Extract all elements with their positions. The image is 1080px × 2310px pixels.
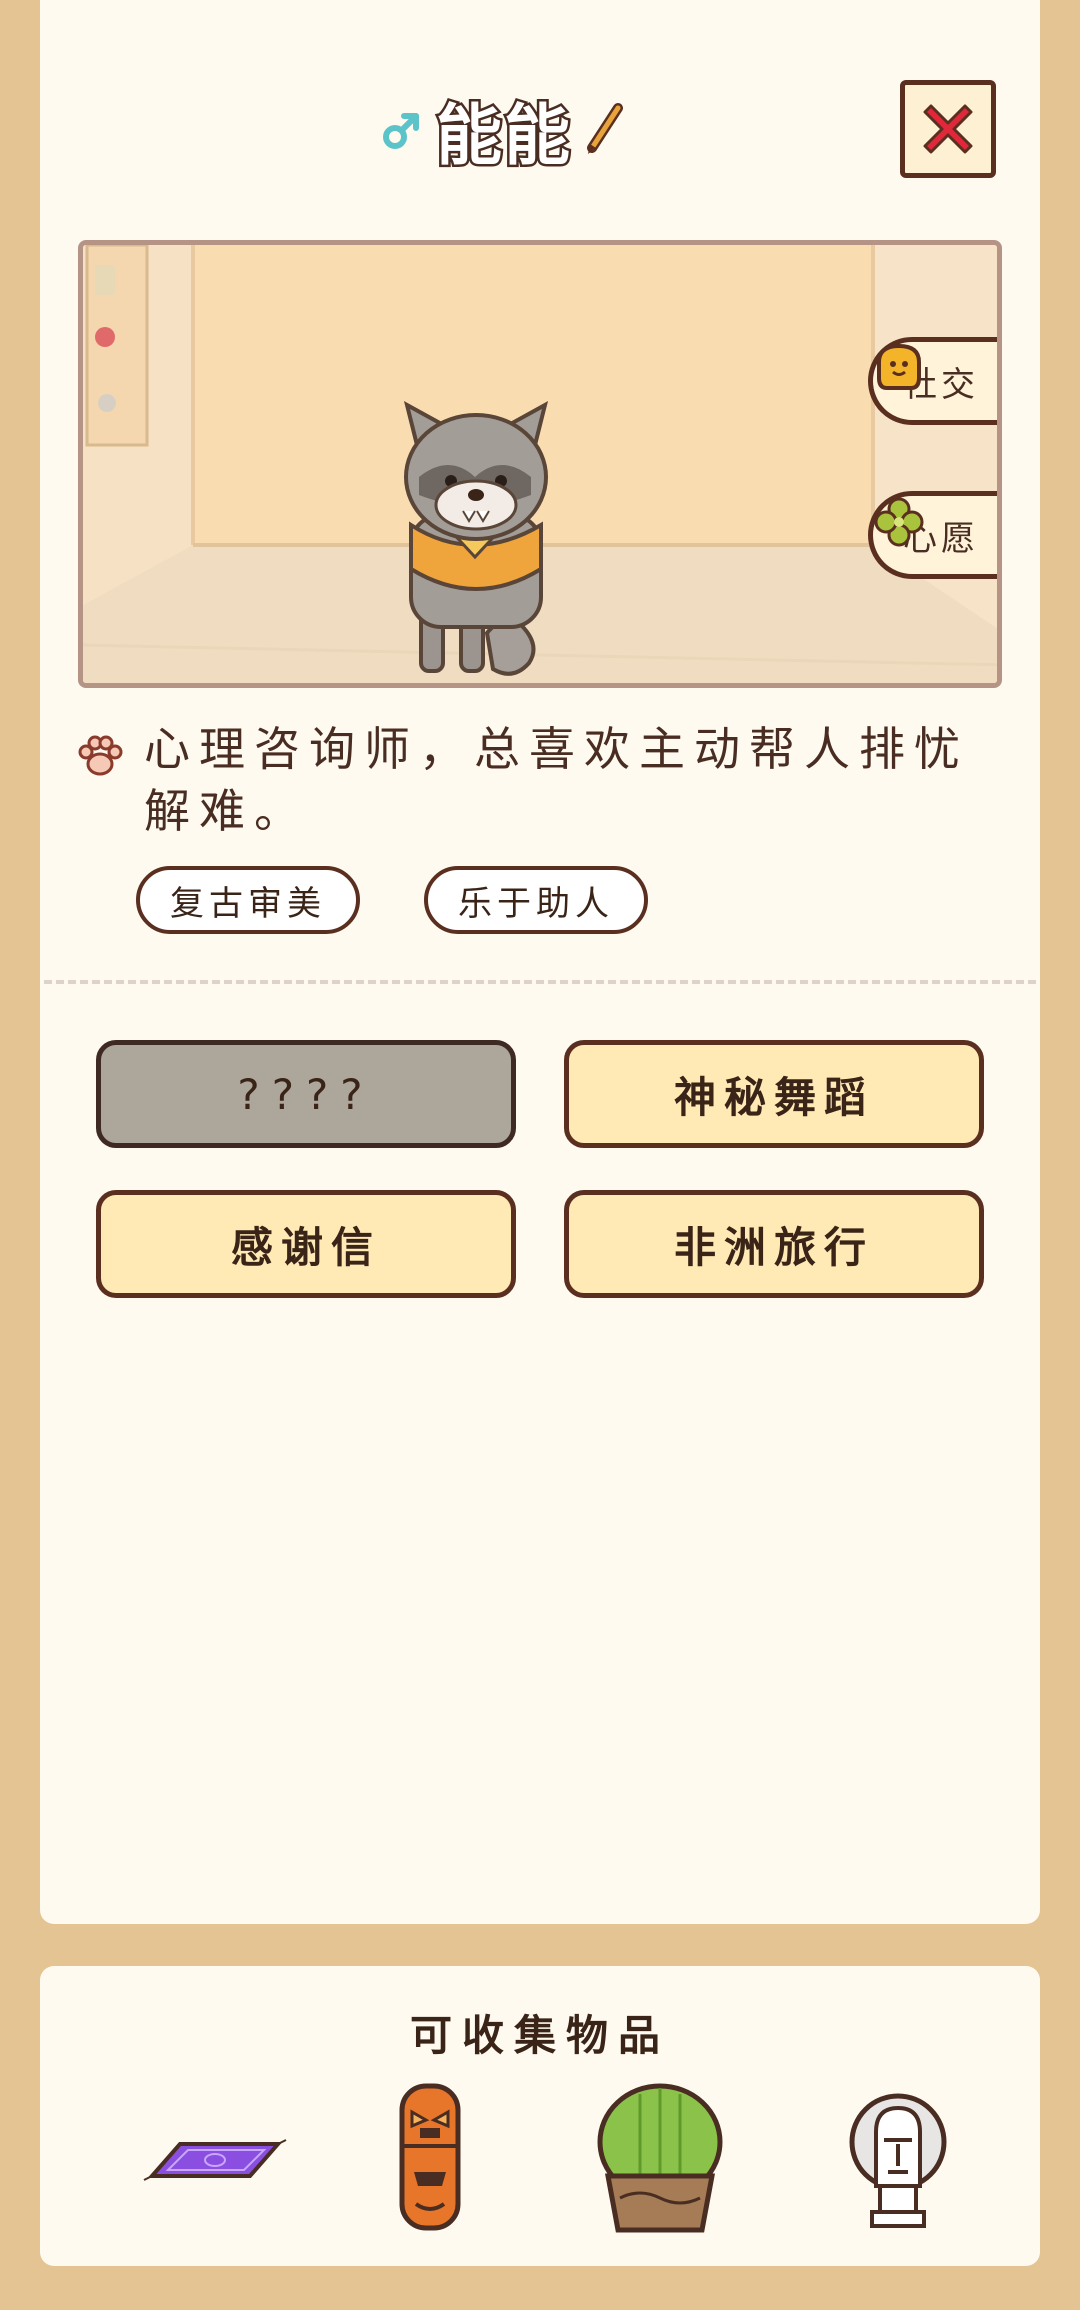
social-button[interactable]: 社交 [868, 337, 997, 425]
mystery-dance-button[interactable]: 神秘舞蹈 [564, 1040, 984, 1148]
chat-face-icon [877, 343, 921, 390]
paw-icon [78, 735, 123, 776]
collectibles-title: 可收集物品 [409, 2011, 670, 2060]
close-x-icon [923, 104, 973, 154]
locked-action-button[interactable]: ???? [96, 1040, 516, 1148]
character-room-scene: 社交 心愿 [78, 240, 1002, 688]
africa-trip-button[interactable]: 非洲旅行 [564, 1190, 984, 1298]
character-profile-card: 能能 社交 心愿 心理咨询师，总喜欢主动帮人排忧解难。 复古审美 乐于助人 ??… [40, 0, 1040, 1924]
profile-header: 能能 [40, 80, 1040, 178]
name-group: 能能 [380, 90, 626, 177]
wish-button[interactable]: 心愿 [868, 491, 997, 579]
section-divider [44, 980, 1036, 984]
pet-name: 能能 [434, 95, 573, 177]
close-button[interactable] [900, 80, 996, 178]
collectibles-panel: 可收集物品 [40, 1966, 1040, 2266]
clover-icon [874, 497, 924, 547]
potted-cactus-icon[interactable] [580, 2076, 740, 2236]
trait-tag: 乐于助人 [424, 866, 648, 934]
moai-statue-icon[interactable] [818, 2076, 978, 2236]
thank-you-letter-button[interactable]: 感谢信 [96, 1190, 516, 1298]
purple-rug-icon[interactable] [128, 2076, 288, 2236]
description-text: 心理咨询师，总喜欢主动帮人排忧解难。 [144, 722, 969, 838]
male-symbol-icon [383, 113, 419, 149]
pencil-icon[interactable] [582, 102, 626, 158]
tiki-totem-icon[interactable] [350, 2076, 510, 2236]
room-illustration [83, 245, 997, 683]
trait-tag: 复古审美 [136, 866, 360, 934]
raccoon-character[interactable] [403, 401, 549, 676]
